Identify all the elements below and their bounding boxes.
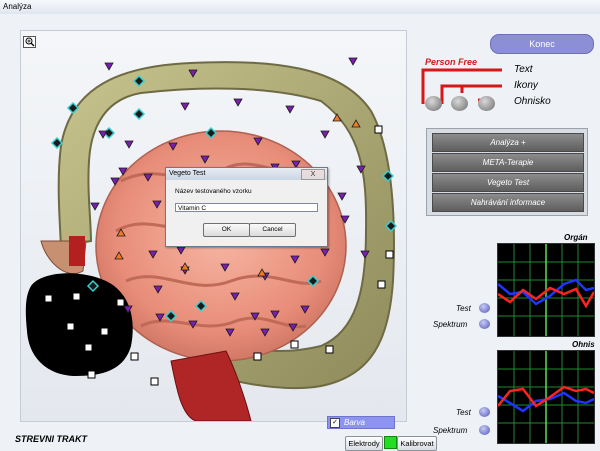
konec-button[interactable]: Konec: [490, 34, 594, 54]
window-title: Analýza: [3, 2, 32, 11]
legend-ikony-label: Ikony: [514, 80, 538, 91]
barva-checkbox[interactable]: ✓: [330, 417, 340, 428]
zoom-button[interactable]: [23, 36, 36, 48]
menu-nahravani-button[interactable]: Nahrávání informace: [432, 193, 584, 212]
organ-graph: [497, 243, 596, 337]
barva-label: Barva: [344, 418, 365, 427]
sample-name-label: Název testovaného vzorku: [175, 188, 252, 195]
ohnis-graph-label: Ohnis: [572, 340, 595, 349]
dialog-ok-button[interactable]: OK: [203, 223, 250, 237]
ohnisko-toggle-button[interactable]: [478, 96, 495, 111]
organ-graph-label: Orgán: [564, 233, 588, 242]
elektrody-button[interactable]: Elektrody: [345, 436, 383, 451]
ohnis-graph: [497, 350, 595, 444]
barva-toggle[interactable]: ✓ Barva: [327, 416, 395, 429]
menu-vegeto-test-button[interactable]: Vegeto Test: [432, 173, 584, 192]
vegeto-test-dialog: Vegeto Test X Název testovaného vzorku V…: [165, 167, 328, 247]
magnifier-icon: [25, 37, 35, 47]
ikony-toggle-button[interactable]: [451, 96, 468, 111]
legend-ohnisko-label: Ohnisko: [514, 96, 551, 107]
ohnis-spektrum-label: Spektrum: [433, 426, 468, 435]
dialog-titlebar[interactable]: Vegeto Test X: [166, 168, 327, 180]
text-toggle-button[interactable]: [425, 96, 442, 111]
organ-test-button[interactable]: [479, 303, 490, 313]
menu-analyza-button[interactable]: Analýza +: [432, 133, 584, 152]
ohnis-test-label: Test: [456, 408, 471, 417]
organ-test-label: Test: [456, 304, 471, 313]
kalibrovat-button[interactable]: Kalibrovat: [397, 436, 437, 451]
legend-text-label: Text: [514, 64, 533, 75]
action-menu: Analýza + META-Terapie Vegeto Test Nahrá…: [426, 128, 588, 216]
organ-spektrum-button[interactable]: [479, 319, 490, 329]
dialog-cancel-button[interactable]: Cancel: [249, 223, 296, 237]
window-titlebar: Analýza: [0, 0, 600, 14]
dialog-close-button[interactable]: X: [301, 169, 325, 180]
dialog-title: Vegeto Test: [169, 170, 206, 177]
section-title: STREVNI TRAKT: [15, 434, 87, 444]
ohnis-test-button[interactable]: [479, 407, 490, 417]
organ-spektrum-label: Spektrum: [433, 320, 468, 329]
ohnis-spektrum-button[interactable]: [479, 425, 490, 435]
sample-name-input[interactable]: Vitamin C: [175, 203, 318, 212]
person-free-label: Person Free: [425, 57, 478, 67]
menu-meta-terapie-button[interactable]: META-Terapie: [432, 153, 584, 172]
status-indicator: [384, 436, 397, 449]
